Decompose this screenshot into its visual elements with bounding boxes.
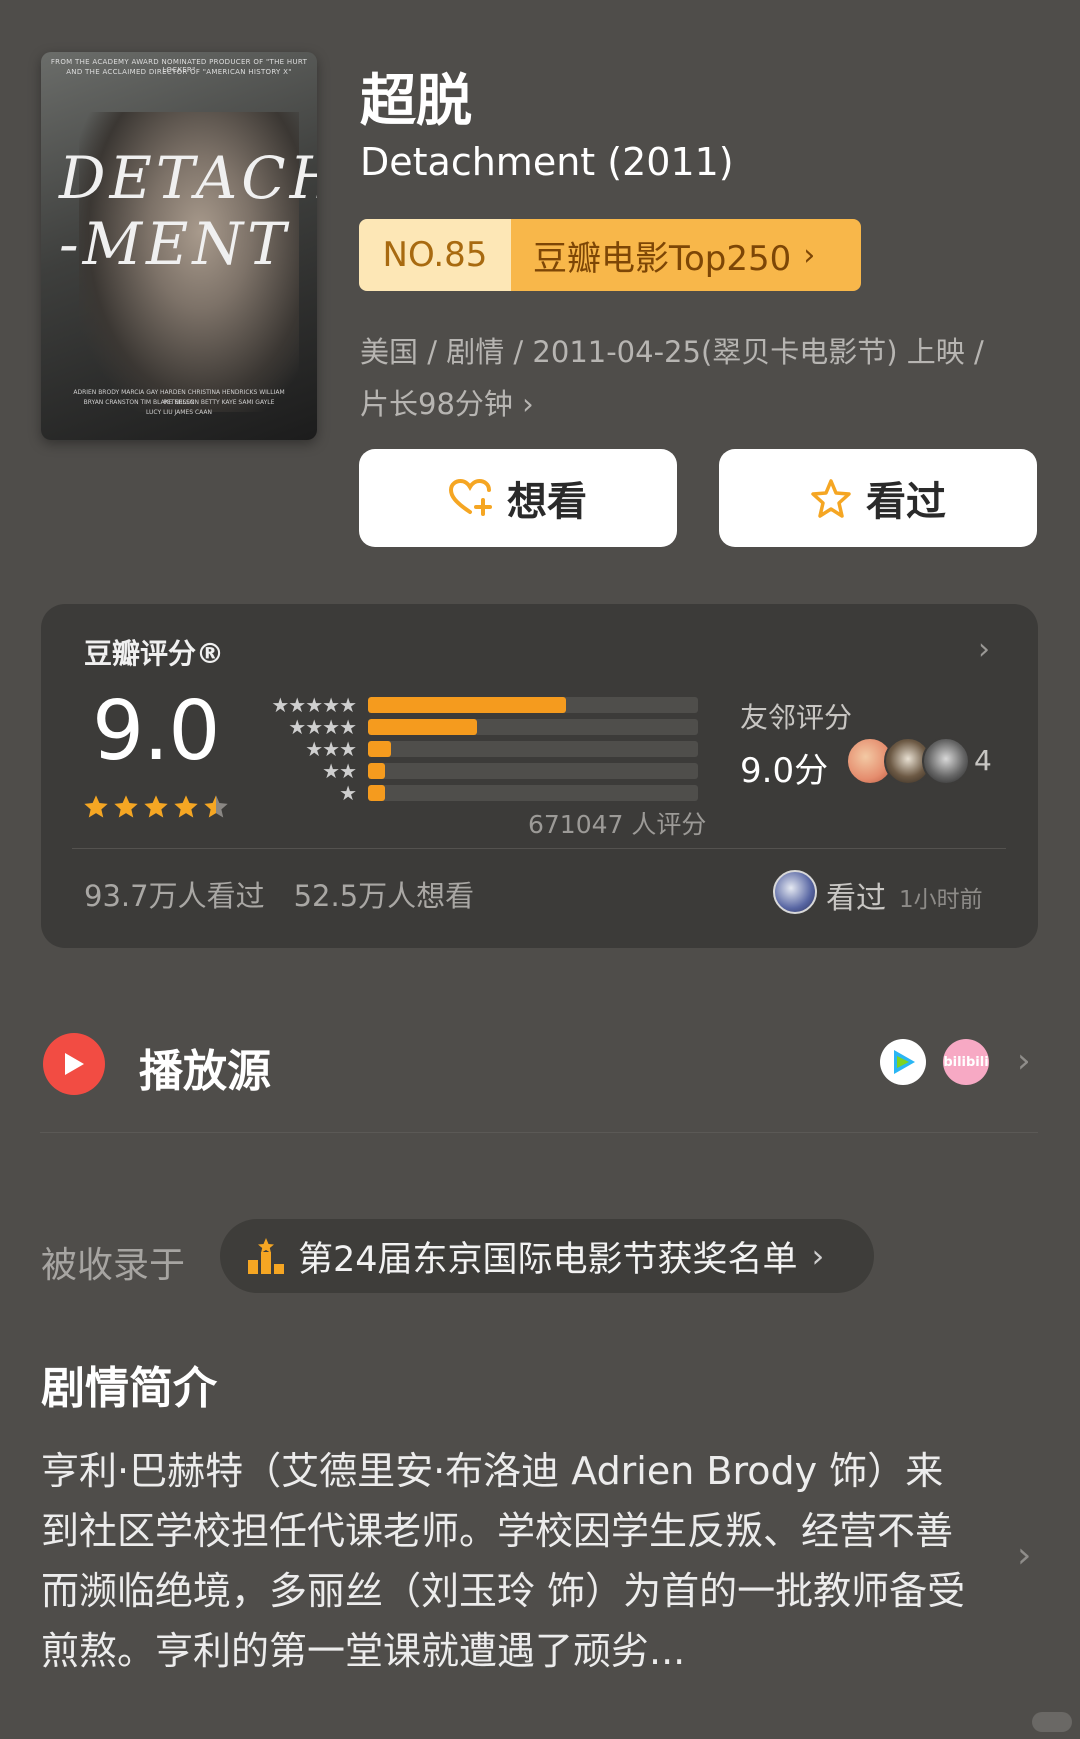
want-to-watch-button[interactable]: 想看 (359, 449, 677, 547)
rating-score: 9.0 (92, 684, 220, 779)
chevron-right-icon[interactable]: › (1017, 1535, 1031, 1576)
synopsis-text[interactable]: 亨利·巴赫特（艾德里安·布洛迪 Adrien Brody 饰）来到社区学校担任代… (41, 1441, 981, 1681)
watermark (1032, 1712, 1072, 1732)
rating-bar-track (368, 785, 698, 801)
avatar (922, 737, 970, 785)
recent-activity-time: 1小时前 (899, 887, 983, 913)
star-icon (84, 795, 108, 818)
synopsis-title: 剧情简介 (41, 1363, 217, 1414)
chevron-right-icon: › (811, 1237, 825, 1275)
rating-bar-row: ★★★★★ (256, 693, 698, 717)
recent-activity-label: 看过 (826, 881, 886, 916)
poster-credit-line2: AND THE ACCLAIMED DIRECTOR OF "AMERICAN … (66, 68, 292, 76)
rating-bar-track (368, 719, 698, 735)
rating-bar-label: ★★★ (305, 737, 357, 761)
poster-cast-line3: LUCY LIU JAMES CAAN (145, 409, 212, 416)
rating-bar-fill (368, 785, 385, 801)
poster-title-line1: DETACH (59, 144, 317, 212)
rating-bar-fill (368, 741, 392, 757)
avatar[interactable] (773, 870, 817, 914)
star-icon (114, 795, 138, 818)
collected-list-name: 第24届东京国际电影节获奖名单 (298, 1239, 798, 1280)
collected-list-link[interactable]: 第24届东京国际电影节获奖名单 › (220, 1219, 874, 1293)
star-icon (174, 795, 198, 818)
rating-bar-track (368, 697, 698, 713)
rating-bar-label: ★★★★★ (271, 693, 357, 717)
divider (40, 1132, 1038, 1133)
movie-title-en: Detachment (2011) (360, 140, 734, 184)
want-to-watch-label: 想看 (507, 479, 587, 525)
friend-rating-label: 友邻评分 (740, 701, 853, 734)
rating-bar-row: ★★ (256, 759, 698, 783)
star-icon (204, 795, 228, 818)
podium-icon (248, 1238, 284, 1274)
top250-rank-badge[interactable]: NO.85 豆瓣电影Top250 › (359, 219, 861, 291)
rating-bar-track (368, 763, 698, 779)
movie-meta-info[interactable]: 美国 / 剧情 / 2011-04-25(翠贝卡电影节) 上映 / 片长98分钟… (360, 326, 1050, 430)
chevron-right-icon[interactable]: › (978, 632, 990, 667)
friend-avatars[interactable] (846, 737, 970, 785)
bilibili-text: bilibili (943, 1054, 989, 1070)
meta-line1: 美国 / 剧情 / 2011-04-25(翠贝卡电影节) 上映 / (360, 335, 984, 369)
watched-label: 看过 (866, 479, 946, 525)
watched-button[interactable]: 看过 (719, 449, 1037, 547)
rating-bar-row: ★★★★ (256, 715, 698, 739)
poster-title-line2: -MENT (59, 210, 290, 278)
friend-rating-score: 9.0分 (740, 751, 829, 791)
play-icon (43, 1033, 105, 1095)
movie-poster[interactable]: FROM THE ACADEMY AWARD NOMINATED PRODUCE… (41, 52, 317, 440)
rating-bar-row: ★ (256, 781, 698, 805)
chevron-right-icon: › (803, 237, 816, 273)
rating-bar-fill (368, 719, 477, 735)
poster-cast-line2: BRYAN CRANSTON TIM BLAKE NELSON BETTY KA… (83, 399, 275, 406)
movie-title-cn: 超脱 (360, 69, 472, 134)
rating-bar-label: ★ (339, 781, 357, 805)
bilibili-icon[interactable]: bilibili (943, 1039, 989, 1085)
rating-stars (82, 793, 230, 821)
watched-wanted-stats: 93.7万人看过 52.5万人想看 (84, 879, 475, 913)
rating-bar-track (368, 741, 698, 757)
meta-line2: 片长98分钟 › (360, 387, 534, 421)
rank-list-link: 豆瓣电影Top250 › (511, 219, 861, 291)
tencent-video-icon[interactable] (880, 1039, 926, 1085)
rating-bar-row: ★★★ (256, 737, 698, 761)
friend-count: 4 (974, 744, 992, 777)
star-icon (144, 795, 168, 818)
heart-plus-icon (449, 478, 492, 516)
play-source-label[interactable]: 播放源 (139, 1035, 271, 1099)
collected-in-label: 被收录于 (41, 1245, 186, 1286)
star-outline-icon (811, 479, 851, 518)
rating-bar-label: ★★ (322, 759, 357, 783)
rating-distribution: ★★★★★ ★★★★ ★★★ ★★ ★ (256, 693, 698, 805)
rank-list-name: 豆瓣电影Top250 (533, 238, 792, 279)
rating-card-title: 豆瓣评分® (84, 637, 225, 670)
divider (72, 848, 1006, 849)
rank-number: NO.85 (359, 219, 511, 291)
chevron-right-icon[interactable]: › (1017, 1041, 1031, 1081)
rating-bar-fill (368, 763, 385, 779)
rating-bar-label: ★★★★ (288, 715, 357, 739)
rating-count: 671047 人评分 (528, 810, 707, 839)
rating-bar-fill (368, 697, 566, 713)
